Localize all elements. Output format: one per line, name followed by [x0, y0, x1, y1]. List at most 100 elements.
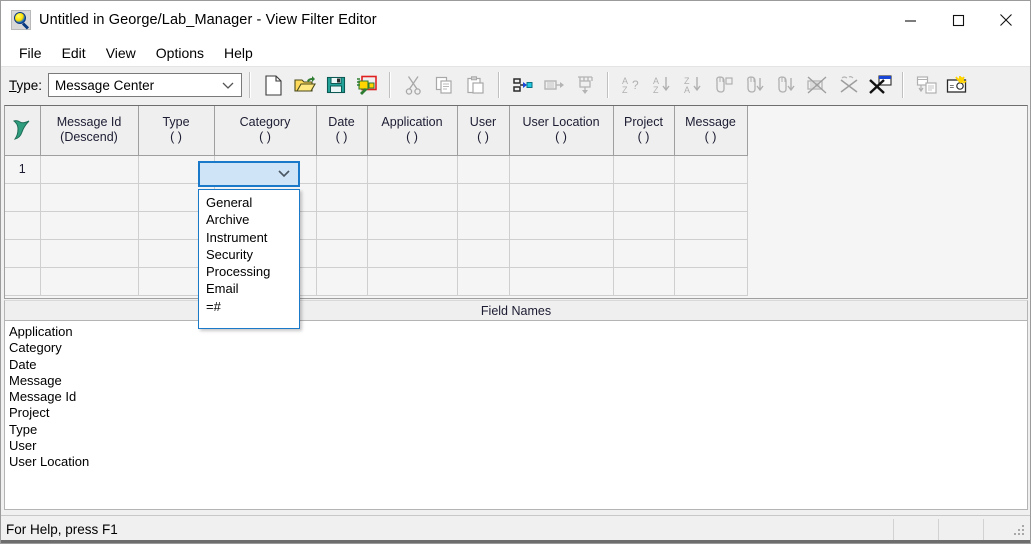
- filter-funnel-icon[interactable]: [5, 106, 41, 156]
- group-icon[interactable]: [709, 71, 740, 100]
- close-icon[interactable]: [982, 1, 1030, 39]
- category-dropdown-list[interactable]: General Archive Instrument Security Proc…: [198, 189, 300, 329]
- list-item[interactable]: Message: [9, 373, 1027, 389]
- grid-cell[interactable]: [509, 155, 614, 184]
- dropdown-option-archive[interactable]: Archive: [199, 211, 299, 228]
- column-header-project[interactable]: Project ( ): [613, 106, 675, 156]
- minimize-icon[interactable]: [886, 1, 934, 39]
- grid-cell[interactable]: [457, 155, 510, 184]
- grid-cell[interactable]: [613, 183, 675, 212]
- grid-cell[interactable]: [316, 183, 368, 212]
- grid-cell[interactable]: [457, 239, 510, 268]
- table-row[interactable]: [5, 211, 748, 240]
- sort-az-query-icon[interactable]: A Z ?: [616, 71, 647, 100]
- row-number[interactable]: [5, 183, 41, 212]
- grid-cell[interactable]: [613, 267, 675, 296]
- grid-cell[interactable]: [613, 211, 675, 240]
- grid-cell[interactable]: [674, 267, 748, 296]
- grid-cell[interactable]: [674, 239, 748, 268]
- cut-icon[interactable]: [398, 71, 429, 100]
- list-item[interactable]: Application: [9, 324, 1027, 340]
- grid-cell[interactable]: [367, 267, 458, 296]
- grid-cell[interactable]: [509, 183, 614, 212]
- sort-za-down-icon[interactable]: Z A: [678, 71, 709, 100]
- grid-cell[interactable]: [40, 155, 139, 184]
- menu-item-options[interactable]: Options: [146, 42, 214, 64]
- row-number[interactable]: [5, 211, 41, 240]
- list-item[interactable]: Date: [9, 357, 1027, 373]
- grid-cell[interactable]: [40, 267, 139, 296]
- menu-item-edit[interactable]: Edit: [52, 42, 96, 64]
- column-header-category[interactable]: Category ( ): [214, 106, 317, 156]
- type-select[interactable]: Message Center: [48, 73, 243, 97]
- list-item[interactable]: Category: [9, 340, 1027, 356]
- column-header-date[interactable]: Date ( ): [316, 106, 368, 156]
- list-item[interactable]: Project: [9, 405, 1027, 421]
- grid-cell[interactable]: [40, 239, 139, 268]
- delete-row-icon[interactable]: [569, 71, 600, 100]
- resize-grip-icon[interactable]: [984, 519, 1030, 541]
- group-down-alt-icon[interactable]: [771, 71, 802, 100]
- dropdown-option-email[interactable]: Email: [199, 280, 299, 297]
- clear-filter-icon[interactable]: [802, 71, 833, 100]
- new-icon[interactable]: [258, 71, 289, 100]
- field-names-list[interactable]: Application Category Date Message Messag…: [4, 321, 1028, 510]
- row-number[interactable]: [5, 239, 41, 268]
- table-row[interactable]: [5, 267, 748, 296]
- copy-layout-icon[interactable]: [911, 71, 942, 100]
- grid-cell[interactable]: [367, 155, 458, 184]
- grid-cell[interactable]: [509, 239, 614, 268]
- table-row[interactable]: [5, 239, 748, 268]
- grid-cell[interactable]: [613, 155, 675, 184]
- sort-az-down-icon[interactable]: A Z: [647, 71, 678, 100]
- column-header-type[interactable]: Type ( ): [138, 106, 215, 156]
- column-header-message-id[interactable]: Message Id (Descend): [40, 106, 139, 156]
- grid-cell[interactable]: [674, 155, 748, 184]
- grid-cell[interactable]: [316, 239, 368, 268]
- dropdown-option-general[interactable]: General: [199, 194, 299, 211]
- menu-item-help[interactable]: Help: [214, 42, 263, 64]
- dropdown-option-instrument[interactable]: Instrument: [199, 229, 299, 246]
- dropdown-option-processing[interactable]: Processing: [199, 263, 299, 280]
- menu-item-file[interactable]: File: [9, 42, 52, 64]
- chevron-down-icon[interactable]: [277, 165, 291, 183]
- column-header-user[interactable]: User ( ): [457, 106, 510, 156]
- grid-cell[interactable]: [367, 239, 458, 268]
- category-cell-editor[interactable]: [198, 161, 300, 187]
- grid-cell[interactable]: [316, 155, 368, 184]
- append-row-icon[interactable]: [538, 71, 569, 100]
- preview-icon[interactable]: =: [942, 71, 973, 100]
- export-icon[interactable]: [351, 71, 382, 100]
- grid-cell[interactable]: [40, 211, 139, 240]
- grid-cell[interactable]: [674, 211, 748, 240]
- insert-row-icon[interactable]: [507, 71, 538, 100]
- row-number[interactable]: [5, 267, 41, 296]
- grid-cell[interactable]: [457, 183, 510, 212]
- clear-sort-icon[interactable]: [833, 71, 864, 100]
- grid-cell[interactable]: [367, 211, 458, 240]
- list-item[interactable]: User Location: [9, 454, 1027, 470]
- grid-cell[interactable]: [457, 211, 510, 240]
- table-row[interactable]: 1: [5, 155, 748, 184]
- grid-cell[interactable]: [509, 267, 614, 296]
- save-icon[interactable]: [320, 71, 351, 100]
- maximize-icon[interactable]: [934, 1, 982, 39]
- filter-grid[interactable]: Message Id (Descend) Type ( ) Category (…: [4, 105, 1028, 299]
- grid-cell[interactable]: [40, 183, 139, 212]
- grid-cell[interactable]: [674, 183, 748, 212]
- grid-cell[interactable]: [613, 239, 675, 268]
- clear-all-icon[interactable]: [864, 71, 895, 100]
- column-header-user-location[interactable]: User Location ( ): [509, 106, 614, 156]
- grid-cell[interactable]: [316, 211, 368, 240]
- column-header-message[interactable]: Message ( ): [674, 106, 748, 156]
- dropdown-option-hash[interactable]: =#: [199, 298, 299, 315]
- column-header-application[interactable]: Application ( ): [367, 106, 458, 156]
- grid-cell[interactable]: [316, 267, 368, 296]
- list-item[interactable]: Type: [9, 422, 1027, 438]
- open-icon[interactable]: [289, 71, 320, 100]
- list-item[interactable]: User: [9, 438, 1027, 454]
- group-down-icon[interactable]: [740, 71, 771, 100]
- row-number[interactable]: 1: [5, 155, 41, 184]
- paste-icon[interactable]: [460, 71, 491, 100]
- grid-cell[interactable]: [457, 267, 510, 296]
